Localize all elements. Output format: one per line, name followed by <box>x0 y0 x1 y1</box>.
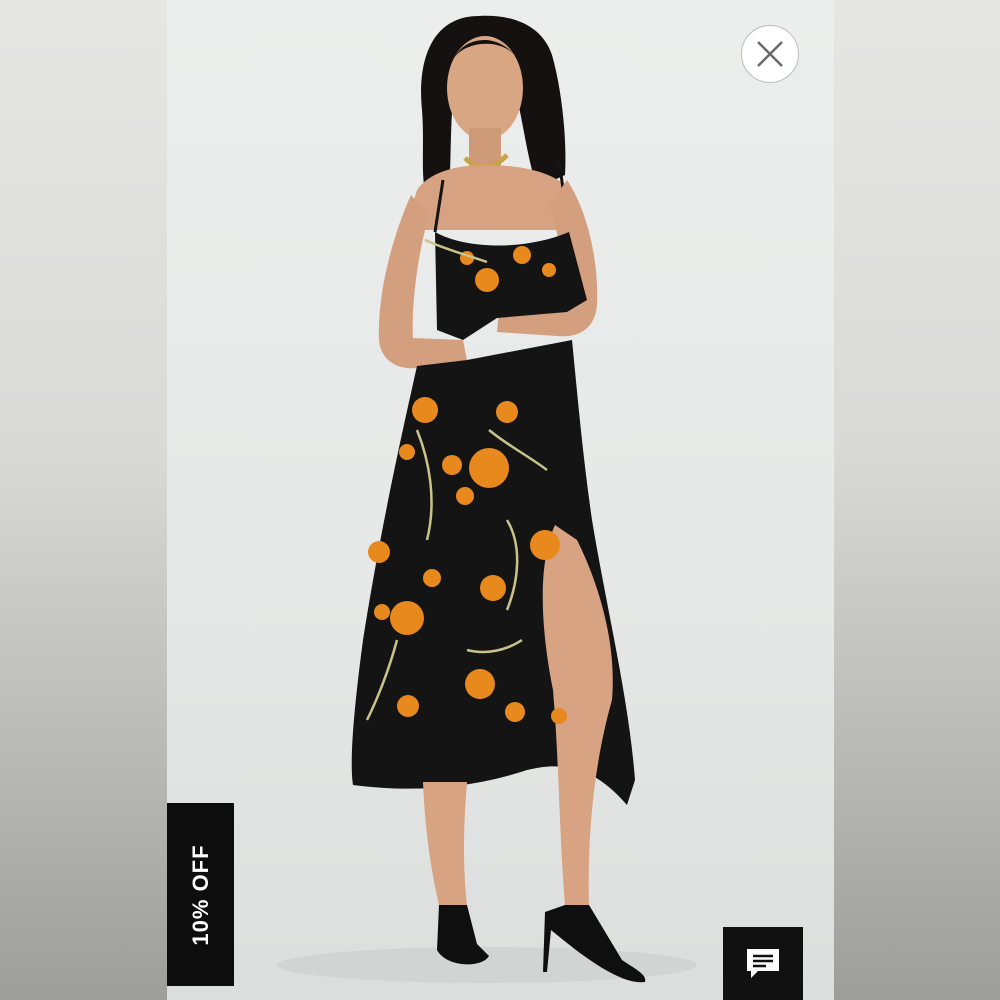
close-button[interactable] <box>741 25 799 83</box>
discount-badge[interactable]: 10% OFF <box>167 803 234 986</box>
right-backdrop <box>834 0 1000 1000</box>
model-illustration <box>277 15 697 983</box>
chat-bubble-icon <box>747 948 779 978</box>
product-photo <box>167 0 834 1000</box>
discount-label: 10% OFF <box>187 843 213 946</box>
chat-button[interactable] <box>723 927 803 1000</box>
left-backdrop <box>0 0 167 1000</box>
close-icon <box>757 41 783 67</box>
